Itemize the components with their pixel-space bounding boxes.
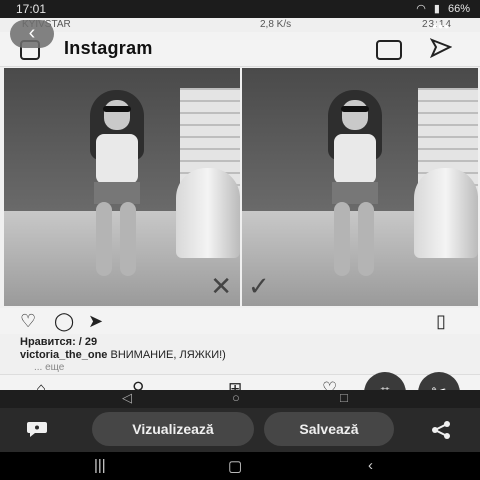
more-link[interactable]: ... еще bbox=[34, 362, 64, 373]
chat-icon[interactable] bbox=[26, 420, 48, 438]
instagram-bottom-nav: ⌂ ⚲ ⊞ ♡ ⍝ bbox=[0, 374, 480, 390]
heart-icon[interactable]: ♡ bbox=[20, 311, 36, 332]
status-bar: 17:01 ◠ ▮ 66% bbox=[0, 0, 480, 18]
screenshot-toolbar: Vizualizează Salvează bbox=[0, 408, 480, 452]
photo-right: ✓ bbox=[242, 68, 478, 306]
comment-icon[interactable]: ◯ bbox=[54, 311, 74, 332]
caption-username[interactable]: victoria_the_one bbox=[20, 349, 107, 361]
inner-nav-bar: ◁ ○ □ bbox=[0, 390, 480, 408]
chevron-left-icon: ‹ bbox=[28, 22, 36, 44]
more-options-icon[interactable]: ••• bbox=[432, 18, 450, 34]
bookmark-icon[interactable]: ▯ bbox=[436, 311, 446, 332]
activity-heart-icon[interactable]: ♡ bbox=[322, 379, 337, 390]
share-post-icon[interactable]: ➤ bbox=[88, 311, 103, 332]
inner-back-icon: ◁ bbox=[122, 390, 132, 405]
igtv-icon[interactable] bbox=[376, 40, 402, 60]
visualize-button[interactable]: Vizualizează bbox=[92, 412, 254, 446]
home-icon[interactable]: ⌂ bbox=[36, 379, 46, 390]
add-post-icon[interactable]: ⊞ bbox=[228, 379, 242, 390]
screenshot-preview: KYIVSTAR 2,8 K/s 23:14 Instagram ‹ ••• ✕… bbox=[0, 18, 480, 390]
battery-percent: 66% bbox=[447, 2, 470, 15]
instagram-header: Instagram bbox=[0, 32, 480, 67]
home-button-icon[interactable]: ▢ bbox=[228, 457, 242, 475]
check-mark-icon: ✓ bbox=[248, 271, 270, 301]
post-actions: ♡ ◯ ➤ ▯ bbox=[0, 308, 480, 334]
direct-message-icon[interactable] bbox=[430, 38, 452, 58]
share-icon[interactable] bbox=[430, 420, 452, 440]
status-time: 17:01 bbox=[16, 2, 47, 16]
instagram-logo: Instagram bbox=[64, 38, 153, 58]
caption-text: ВНИМАНИЕ, ЛЯЖКИ!) bbox=[110, 349, 226, 361]
photo-left: ✕ bbox=[4, 68, 240, 306]
wifi-icon: ◠ bbox=[416, 3, 426, 15]
signal-icon: ▮ bbox=[433, 3, 440, 15]
inner-home-icon: ○ bbox=[232, 390, 240, 405]
back-button[interactable]: ‹ bbox=[10, 20, 54, 48]
back-nav-icon[interactable]: ‹ bbox=[368, 457, 373, 474]
search-icon[interactable]: ⚲ bbox=[132, 379, 144, 390]
network-speed: 2,8 K/s bbox=[260, 19, 292, 30]
system-nav-bar: ||| ▢ ‹ bbox=[0, 452, 480, 480]
recents-icon[interactable]: ||| bbox=[94, 457, 106, 474]
status-right: ◠ ▮ 66% bbox=[416, 2, 470, 16]
save-button[interactable]: Salvează bbox=[264, 412, 394, 446]
cross-mark-icon: ✕ bbox=[210, 271, 232, 301]
post-caption: victoria_the_one ВНИМАНИЕ, ЛЯЖКИ!) bbox=[20, 349, 226, 361]
likes-count: Нравится: / 29 bbox=[20, 336, 98, 348]
inner-status-bar: KYIVSTAR 2,8 K/s 23:14 bbox=[0, 18, 480, 32]
inner-recents-icon: □ bbox=[340, 390, 348, 405]
